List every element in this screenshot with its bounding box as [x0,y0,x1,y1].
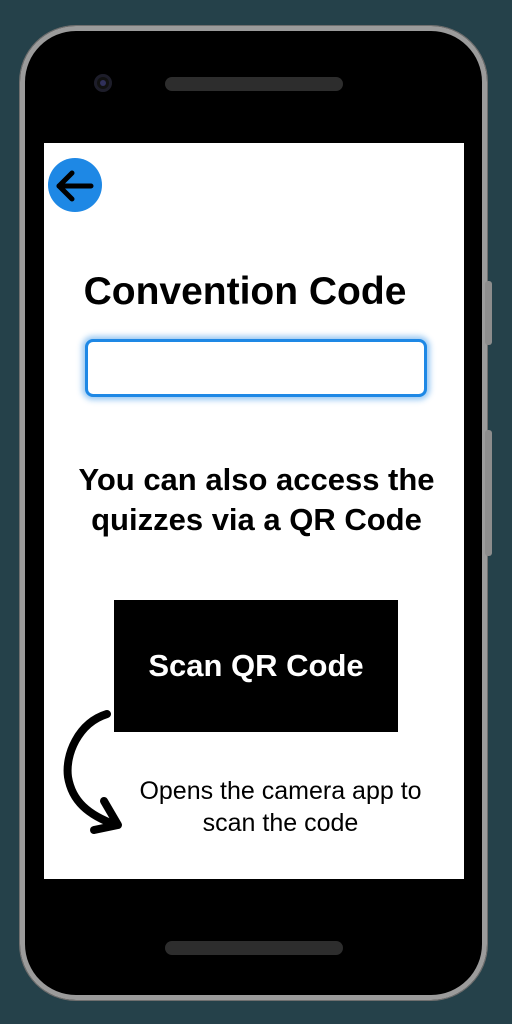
scan-help-line-2: scan the code [202,809,359,837]
qr-info-line-2: quizzes via a QR Code [91,502,422,537]
scan-help-line-1: Opens the camera app to [139,777,422,805]
back-button[interactable] [48,158,102,212]
scan-qr-button[interactable]: Scan QR Code [114,600,398,732]
qr-info-line-1: You can also access the [78,462,435,497]
volume-button [485,430,492,556]
page-title: Convention Code [83,270,407,313]
earpiece-speaker [165,77,343,91]
qr-info-text: You can also access the quizzes via a QR… [44,460,464,540]
front-camera [94,74,112,92]
bottom-speaker [165,941,343,955]
convention-code-input[interactable] [85,339,427,397]
phone-frame: Convention Code You can also access the … [20,26,492,1000]
scan-help-note: Opens the camera app to scan the code [128,775,433,839]
arrow-left-icon [56,170,94,202]
app-screen: Convention Code You can also access the … [44,143,464,879]
power-button [485,281,492,345]
